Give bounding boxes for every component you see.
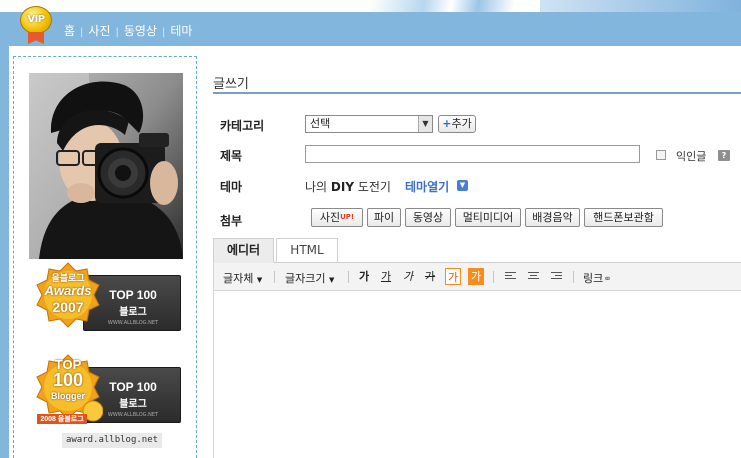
vip-label: VIP bbox=[27, 14, 45, 25]
theme-prefix: 나의 bbox=[305, 180, 331, 194]
font-family-dropdown[interactable]: 글자체 ▼ bbox=[223, 270, 262, 286]
top-decoration bbox=[0, 0, 741, 12]
vip-medal: VIP bbox=[20, 6, 52, 34]
award-caption[interactable]: award.allblog.net bbox=[62, 433, 162, 448]
insert-link-button[interactable]: 링크⚭ bbox=[583, 270, 612, 286]
category-label: 카테고리 bbox=[220, 119, 265, 133]
theme-name: 나의 DIY 도전기 bbox=[305, 178, 391, 195]
attach-file-button[interactable]: 파이 bbox=[367, 208, 401, 227]
chevron-down-icon: ▼ bbox=[256, 276, 263, 284]
award-medal-line3: Blogger bbox=[50, 391, 85, 401]
theme-suffix: 도전기 bbox=[354, 180, 391, 194]
chevron-down-icon[interactable]: ▼ bbox=[457, 180, 468, 191]
font-size-dropdown[interactable]: 글자크기 ▼ bbox=[285, 270, 334, 286]
nav-separator: | bbox=[115, 27, 119, 38]
theme-bold: DIY bbox=[330, 180, 355, 194]
award-medal-line3: 2007 bbox=[52, 299, 84, 315]
anonymous-label: 익인글 bbox=[676, 150, 707, 163]
editor-content-area[interactable] bbox=[213, 291, 741, 458]
nav-video[interactable]: 동영상 bbox=[124, 24, 157, 38]
nav-links: 홈 | 사진 | 동영상 | 테마 bbox=[64, 22, 192, 39]
toolbar-separator bbox=[493, 271, 494, 283]
nav-home[interactable]: 홈 bbox=[64, 24, 75, 38]
align-center-icon[interactable] bbox=[528, 272, 539, 281]
strikethrough-button[interactable]: 가 bbox=[422, 268, 438, 285]
bold-button[interactable]: 가 bbox=[356, 268, 372, 285]
theme-label: 테마 bbox=[220, 180, 243, 194]
profile-photo[interactable] bbox=[29, 73, 183, 259]
link-label: 링크 bbox=[583, 272, 604, 285]
award-badge-2008[interactable]: TOP 100 블로그 WWW.ALLBLOG.NET TOP 100 Blog… bbox=[33, 353, 181, 429]
attach-label: 첨부 bbox=[220, 214, 243, 228]
align-right-icon[interactable] bbox=[551, 272, 562, 281]
attach-multimedia-button[interactable]: 멀티미디어 bbox=[455, 208, 521, 227]
nav-bar: 홈 | 사진 | 동영상 | 테마 bbox=[0, 12, 741, 46]
attach-photo-button[interactable]: 사진UP! bbox=[311, 208, 363, 227]
background-color-button[interactable]: 가 bbox=[468, 268, 484, 285]
add-category-label: 추가 bbox=[451, 117, 472, 130]
attach-bgm-button[interactable]: 배경음악 bbox=[525, 208, 580, 227]
page-title: 글쓰기 bbox=[213, 77, 249, 92]
category-selected-value: 선택 bbox=[310, 117, 331, 130]
font-color-button[interactable]: 가 bbox=[445, 268, 461, 285]
toolbar-separator bbox=[348, 271, 349, 283]
award-medal-line2: 100 bbox=[52, 370, 84, 390]
tab-html[interactable]: HTML bbox=[276, 238, 338, 263]
profile-photo-image bbox=[29, 73, 183, 259]
anonymous-checkbox[interactable] bbox=[656, 150, 666, 160]
award-medal-line2: Awards bbox=[44, 283, 92, 298]
font-family-label: 글자체 bbox=[223, 272, 254, 285]
help-icon[interactable]: ? bbox=[718, 150, 730, 161]
editor-toolbar: 글자체 ▼ 글자크기 ▼ 가 가 가 가 가 가 링크⚭ bbox=[213, 263, 741, 291]
left-stripe bbox=[0, 46, 9, 458]
attach-video-button[interactable]: 동영상 bbox=[405, 208, 451, 227]
open-theme-link[interactable]: 테마열기 bbox=[405, 178, 449, 195]
blog-write-page: 홈 | 사진 | 동영상 | 테마 VIP TOP 100 블로그 WWW.AL… bbox=[0, 0, 741, 458]
award-badge-2007[interactable]: TOP 100 블로그 WWW.ALLBLOG.NET 올블로그 Awards … bbox=[33, 261, 181, 337]
tab-editor[interactable]: 에디터 bbox=[213, 238, 274, 263]
attach-photo-label: 사진 bbox=[319, 211, 341, 224]
nav-photo[interactable]: 사진 bbox=[88, 24, 110, 38]
attach-phone-storage-button[interactable]: 핸드폰보관함 bbox=[584, 208, 663, 227]
align-left-icon[interactable] bbox=[505, 272, 516, 281]
underline-button[interactable]: 가 bbox=[378, 268, 394, 285]
title-label: 제목 bbox=[220, 149, 243, 163]
link-icon: ⚭ bbox=[603, 274, 612, 285]
nav-separator: | bbox=[162, 27, 166, 38]
decor-gradient bbox=[540, 0, 741, 12]
nav-theme[interactable]: 테마 bbox=[170, 24, 192, 38]
toolbar-separator bbox=[274, 271, 275, 283]
category-select[interactable]: 선택 ▼ bbox=[305, 115, 433, 133]
chevron-down-icon[interactable]: ▼ bbox=[418, 116, 432, 132]
chevron-down-icon: ▼ bbox=[328, 276, 335, 284]
title-divider bbox=[213, 92, 741, 94]
font-size-label: 글자크기 bbox=[285, 272, 326, 285]
profile-sidebar: TOP 100 블로그 WWW.ALLBLOG.NET 올블로그 Awards … bbox=[13, 56, 197, 458]
vip-badge-icon: VIP bbox=[18, 6, 54, 44]
italic-button[interactable]: 가 bbox=[400, 268, 416, 285]
upload-badge: UP! bbox=[340, 213, 355, 221]
award-medal-line4: 2008 올블로그 bbox=[37, 414, 87, 424]
decor-streak bbox=[370, 0, 550, 12]
add-category-button[interactable]: +추가 bbox=[438, 115, 476, 133]
nav-separator: | bbox=[80, 27, 84, 38]
title-input[interactable] bbox=[305, 145, 640, 163]
toolbar-separator bbox=[573, 271, 574, 283]
